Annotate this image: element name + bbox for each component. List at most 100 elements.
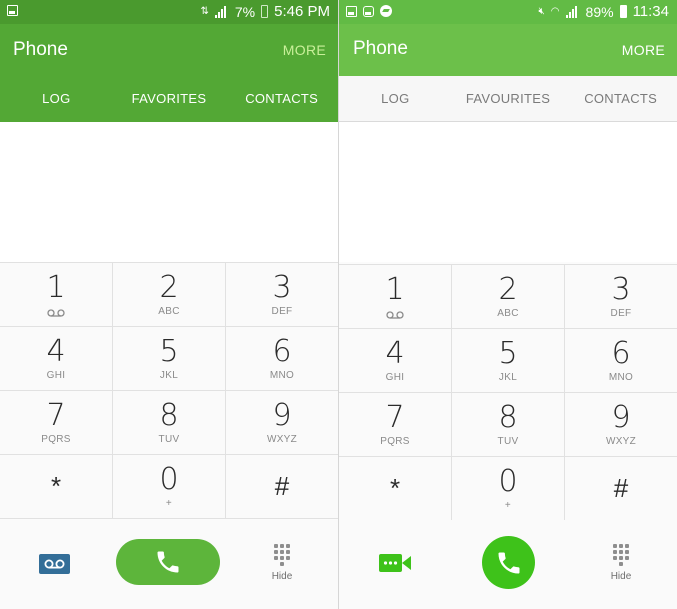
- key-digit: 5: [498, 336, 518, 371]
- status-bar: ⇅ 7% 5:46 PM: [0, 0, 338, 24]
- dialer-actions: Hide: [339, 520, 677, 609]
- dialpad-icon: [273, 544, 291, 566]
- number-display-area: [339, 122, 677, 262]
- more-button[interactable]: MORE: [283, 42, 326, 58]
- key-digit: 4: [385, 336, 405, 371]
- key-hash[interactable]: #: [565, 457, 677, 520]
- key-letters: ABC: [158, 306, 180, 317]
- signal-icon: [565, 5, 580, 18]
- phone-icon: [157, 551, 179, 573]
- dialpad-icon: [612, 544, 630, 566]
- key-letters: +: [165, 498, 173, 509]
- key-digit: 0: [159, 462, 179, 497]
- video-call-button[interactable]: [379, 554, 411, 572]
- key-1[interactable]: 1: [339, 265, 452, 328]
- key-digit: 5: [159, 334, 179, 369]
- clock: 5:46 PM: [274, 3, 330, 20]
- key-star[interactable]: *: [339, 457, 452, 520]
- key-4[interactable]: 4 GHI: [0, 327, 113, 390]
- hide-label: Hide: [271, 571, 293, 582]
- key-letters: PQRS: [41, 434, 71, 445]
- tab-contacts[interactable]: CONTACTS: [564, 76, 677, 121]
- key-digit: 8: [498, 400, 518, 435]
- video-call-icon: [379, 554, 411, 572]
- key-digit: 1: [46, 270, 66, 305]
- hide-keypad-button[interactable]: Hide: [606, 544, 636, 590]
- key-symbol: *: [50, 471, 62, 501]
- page-title: Phone: [353, 38, 408, 59]
- key-digit: 7: [46, 398, 66, 433]
- key-letters: JKL: [159, 370, 179, 381]
- voicemail-icon: [44, 559, 65, 569]
- key-digit: 7: [385, 400, 405, 435]
- key-digit: 0: [498, 464, 518, 499]
- key-6[interactable]: 6 MNO: [565, 329, 677, 392]
- key-4[interactable]: 4 GHI: [339, 329, 452, 392]
- gallery-notification-icon: [346, 5, 357, 17]
- clock: 11:34: [632, 3, 669, 20]
- key-digit: 9: [611, 400, 631, 435]
- key-digit: 9: [272, 398, 292, 433]
- key-6[interactable]: 6 MNO: [226, 327, 338, 390]
- key-7[interactable]: 7 PQRS: [339, 393, 452, 456]
- gallery-notification-icon: [7, 5, 18, 16]
- key-9[interactable]: 9 WXYZ: [565, 393, 677, 456]
- dialpad: 1 2 ABC 3 DEF 4 GHI 5 JKL 6 MNO 7 PQRS 8 TUV 9W…: [339, 264, 677, 521]
- key-digit: 4: [46, 334, 66, 369]
- battery-icon: [619, 5, 627, 18]
- right-phone-screen: 🔇︎ ◠ 89% 11:34 Phone MORE LOG FAVOURITES…: [339, 0, 677, 609]
- key-letters: TUV: [497, 436, 519, 447]
- key-3[interactable]: 3 DEF: [565, 265, 677, 328]
- tab-bar: LOG FAVORITES CONTACTS: [0, 76, 338, 122]
- call-button[interactable]: [482, 536, 535, 589]
- key-3[interactable]: 3 DEF: [226, 263, 338, 326]
- key-symbol: *: [389, 473, 401, 503]
- tab-favourites[interactable]: FAVOURITES: [452, 76, 565, 121]
- key-star[interactable]: *: [0, 455, 113, 518]
- key-1[interactable]: 1: [0, 263, 113, 326]
- key-8[interactable]: 8 TUV: [452, 393, 565, 456]
- key-digit: 6: [272, 334, 292, 369]
- number-display-area: [0, 122, 338, 262]
- hide-label: Hide: [610, 571, 632, 582]
- call-button[interactable]: [116, 539, 220, 585]
- key-letters: GHI: [46, 370, 66, 381]
- dialpad: 1 2 ABC 3 DEF 4 GHI 5 JKL 6 MNO 7 PQRS 8 TUV 9W…: [0, 262, 338, 519]
- key-0[interactable]: 0 +: [113, 455, 226, 518]
- signal-icon: [214, 5, 229, 18]
- data-arrows-icon: ⇅: [200, 6, 209, 17]
- key-2[interactable]: 2 ABC: [452, 265, 565, 328]
- key-9[interactable]: 9 WXYZ: [226, 391, 338, 454]
- key-0[interactable]: 0 +: [452, 457, 565, 520]
- app-bar: Phone MORE: [0, 24, 338, 76]
- key-letters: WXYZ: [605, 436, 637, 447]
- key-5[interactable]: 5 JKL: [452, 329, 565, 392]
- wifi-icon: ◠: [550, 6, 560, 17]
- voicemail-button[interactable]: [39, 554, 70, 574]
- key-2[interactable]: 2 ABC: [113, 263, 226, 326]
- tab-log[interactable]: LOG: [0, 76, 113, 122]
- tab-contacts[interactable]: CONTACTS: [225, 76, 338, 122]
- key-letters: JKL: [498, 372, 518, 383]
- key-letters: MNO: [608, 372, 634, 383]
- tab-log[interactable]: LOG: [339, 76, 452, 121]
- key-letters: +: [504, 500, 512, 511]
- tab-bar: LOG FAVOURITES CONTACTS: [339, 76, 677, 122]
- key-hash[interactable]: #: [226, 455, 338, 518]
- hide-keypad-button[interactable]: Hide: [267, 544, 297, 590]
- mute-icon: 🔇︎: [538, 6, 545, 17]
- key-8[interactable]: 8 TUV: [113, 391, 226, 454]
- key-5[interactable]: 5 JKL: [113, 327, 226, 390]
- key-digit: 3: [272, 270, 292, 305]
- messenger-notification-icon: [380, 5, 392, 17]
- app-bar: Phone MORE: [339, 24, 677, 76]
- key-letters: MNO: [269, 370, 295, 381]
- key-7[interactable]: 7 PQRS: [0, 391, 113, 454]
- key-symbol: #: [274, 471, 290, 501]
- key-letters: PQRS: [380, 436, 410, 447]
- battery-percent: 89%: [585, 3, 614, 20]
- more-button[interactable]: MORE: [622, 42, 665, 58]
- key-digit: 2: [159, 270, 179, 305]
- tab-favorites[interactable]: FAVORITES: [113, 76, 226, 122]
- key-letters: WXYZ: [266, 434, 298, 445]
